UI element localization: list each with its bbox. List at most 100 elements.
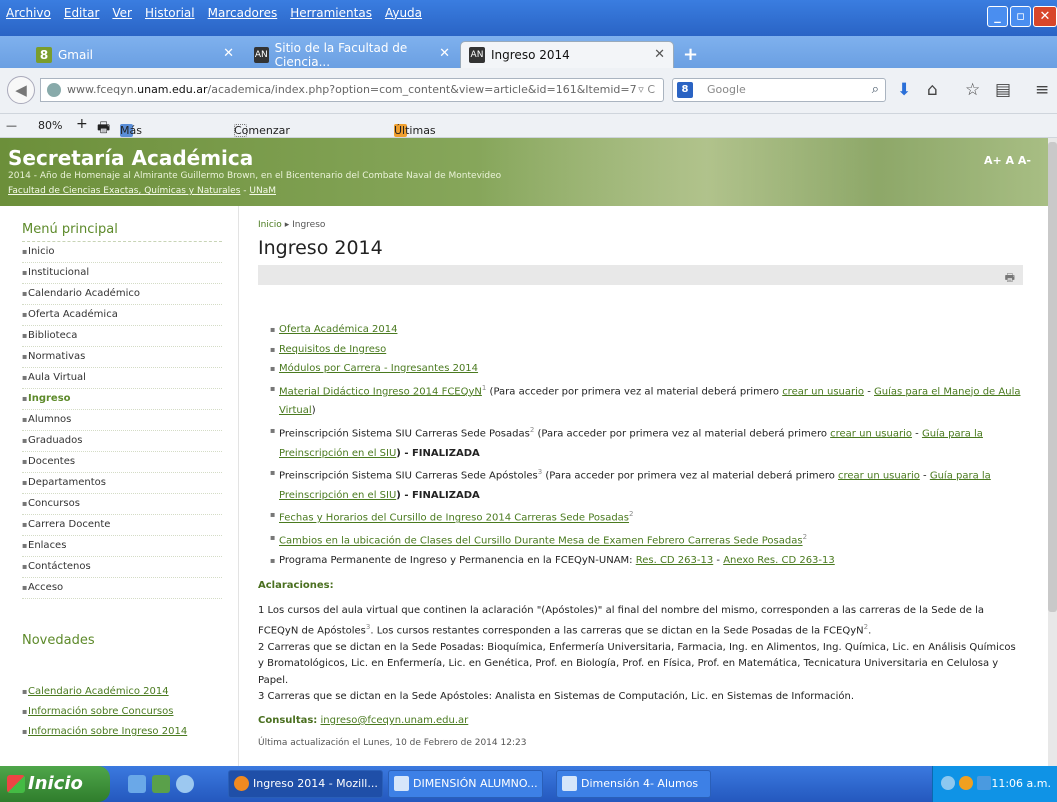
back-button[interactable]: ◀ — [7, 76, 35, 104]
menu-marcadores[interactable]: Marcadores — [208, 6, 278, 20]
note-text: . Los cursos restantes corresponden a la… — [370, 625, 864, 637]
finalizada-label: ) - FINALIZADA — [396, 489, 480, 501]
item-text: (Para acceder por primera vez al materia… — [542, 470, 839, 482]
tab-gmail[interactable]: 8 Gmail ✕ — [28, 41, 242, 68]
close-window-button[interactable]: ✕ — [1033, 6, 1057, 27]
sidebar-item-contactenos[interactable]: Contáctenos — [22, 557, 222, 578]
tray-arrow-icon[interactable] — [941, 776, 955, 790]
site-subtitle: 2014 - Año de Homenaje al Almirante Guil… — [8, 171, 502, 181]
font-size-controls[interactable]: A+ A A- — [984, 154, 1031, 167]
network-icon[interactable] — [977, 776, 991, 790]
hamburger-menu-icon[interactable]: ≡ — [1035, 80, 1049, 100]
news-item: Calendario Académico 2014 — [22, 682, 222, 702]
reload-icon[interactable]: ▿ C — [638, 79, 655, 101]
unam-link[interactable]: UNaM — [249, 186, 276, 196]
close-tab-icon[interactable]: ✕ — [439, 46, 450, 61]
search-bar[interactable]: 8 Google ⌕ — [672, 78, 886, 102]
sidebar-item-inicio[interactable]: Inicio — [22, 242, 222, 263]
finalizada-label: ) - FINALIZADA — [396, 447, 480, 459]
menu-ver[interactable]: Ver — [112, 6, 132, 20]
sidebar-item-biblioteca[interactable]: Biblioteca — [22, 326, 222, 347]
fechas-link[interactable]: Fechas y Horarios del Cursillo de Ingres… — [279, 513, 629, 524]
sidebar-item-ingreso[interactable]: Ingreso — [22, 389, 222, 410]
download-icon[interactable]: ⬇ — [897, 80, 911, 100]
start-button[interactable]: Inicio — [0, 766, 110, 802]
oferta-link[interactable]: Oferta Académica 2014 — [279, 324, 397, 335]
sidebar-item-acceso[interactable]: Acceso — [22, 578, 222, 599]
sidebar-item-aula-virtual[interactable]: Aula Virtual — [22, 368, 222, 389]
print-icon[interactable]: 🖶 — [1005, 269, 1015, 288]
sidebar-item-enlaces[interactable]: Enlaces — [22, 536, 222, 557]
sidebar-item-graduados[interactable]: Graduados — [22, 431, 222, 452]
news-item: Información sobre Concursos — [22, 702, 222, 722]
show-desktop-icon[interactable] — [128, 775, 146, 793]
taskbar-word-2[interactable]: Dimensión 4- Alumos ... — [556, 770, 711, 798]
taskbar-word-1[interactable]: DIMENSIÓN ALUMNO... — [388, 770, 543, 798]
menu-editar[interactable]: Editar — [64, 6, 100, 20]
sidebar-item-institucional[interactable]: Institucional — [22, 263, 222, 284]
note-2: 2 Carreras que se dictan en la Sede Posa… — [258, 641, 1016, 686]
close-tab-icon[interactable]: ✕ — [223, 46, 234, 61]
dash: - — [919, 470, 930, 482]
scrollbar-thumb[interactable] — [1048, 142, 1057, 612]
bookmarks-bar: — 80% + 🖶 Más visitados Comenzar a usar … — [0, 114, 1057, 163]
taskbar-firefox[interactable]: Ingreso 2014 - Mozill... — [228, 770, 383, 798]
internet-explorer-icon[interactable] — [176, 775, 194, 793]
taskbar-label: Ingreso 2014 - Mozill... — [253, 777, 378, 790]
zoom-out-icon[interactable]: — — [6, 119, 17, 132]
tray-app-icon[interactable] — [959, 776, 973, 790]
material-link[interactable]: Material Didáctico Ingreso 2014 FCEQyN — [279, 386, 482, 397]
new-tab-icon[interactable]: + — [683, 44, 698, 65]
sidebar-item-calendario-academico[interactable]: Calendario Académico — [22, 284, 222, 305]
cambios-link[interactable]: Cambios en la ubicación de Clases del Cu… — [279, 536, 803, 547]
consultas-email-link[interactable]: ingreso@fceqyn.unam.edu.ar — [321, 715, 469, 726]
crear-usuario-link[interactable]: crear un usuario — [830, 428, 912, 439]
home-icon[interactable]: ⌂ — [927, 80, 938, 100]
sidebar-item-alumnos[interactable]: Alumnos — [22, 410, 222, 431]
tab-sitio-facultad[interactable]: AN Sitio de la Facultad de Ciencia... ✕ — [246, 41, 458, 69]
menu-archivo[interactable]: Archivo — [6, 6, 51, 20]
menu-bar: Archivo Editar Ver Historial Marcadores … — [0, 0, 1057, 36]
site-links: Facultad de Ciencias Exactas, Químicas y… — [8, 186, 276, 196]
menu-ayuda[interactable]: Ayuda — [385, 6, 422, 20]
sidebar-item-departamentos[interactable]: Departamentos — [22, 473, 222, 494]
news-link[interactable]: Información sobre Ingreso 2014 — [28, 726, 187, 737]
url-bar[interactable]: www.fceqyn.unam.edu.ar/academica/index.p… — [40, 78, 664, 102]
faculty-link[interactable]: Facultad de Ciencias Exactas, Químicas y… — [8, 186, 240, 196]
word-icon — [562, 776, 577, 791]
sidebar-item-normativas[interactable]: Normativas — [22, 347, 222, 368]
modulos-link[interactable]: Módulos por Carrera - Ingresantes 2014 — [279, 363, 478, 374]
crear-usuario-link[interactable]: crear un usuario — [838, 470, 920, 481]
zoom-level[interactable]: 80% — [38, 119, 62, 132]
close-tab-icon[interactable]: ✕ — [654, 47, 665, 62]
minimize-button[interactable]: _ — [987, 6, 1008, 27]
menu-herramientas[interactable]: Herramientas — [290, 6, 372, 20]
sidebar-item-docentes[interactable]: Docentes — [22, 452, 222, 473]
res-cd-link[interactable]: Res. CD 263-13 — [636, 555, 714, 566]
news-link[interactable]: Calendario Académico 2014 — [28, 686, 169, 697]
sidebar-item-concursos[interactable]: Concursos — [22, 494, 222, 515]
link-list: Oferta Académica 2014 Requisitos de Ingr… — [258, 320, 1023, 571]
requisitos-link[interactable]: Requisitos de Ingreso — [279, 344, 386, 355]
search-icon[interactable]: ⌕ — [872, 79, 879, 101]
main-menu-title: Menú principal — [22, 222, 222, 242]
anexo-link[interactable]: Anexo Res. CD 263-13 — [723, 555, 835, 566]
navigation-bar: ◀ www.fceqyn.unam.edu.ar/academica/index… — [0, 68, 1057, 114]
sidebar-item-oferta-academica[interactable]: Oferta Académica — [22, 305, 222, 326]
sidebar-item-carrera-docente[interactable]: Carrera Docente — [22, 515, 222, 536]
quicklaunch-icon[interactable] — [152, 775, 170, 793]
news-link[interactable]: Información sobre Concursos — [28, 706, 173, 717]
list-item: Programa Permanente de Ingreso y Permane… — [270, 551, 1023, 571]
menu-historial[interactable]: Historial — [145, 6, 195, 20]
maximize-button[interactable]: ▫ — [1010, 6, 1031, 27]
dash: - — [864, 385, 874, 397]
bookmarks-menu-icon[interactable]: ▤ — [995, 80, 1011, 100]
site-title: Secretaría Académica — [8, 146, 254, 170]
zoom-in-icon[interactable]: + — [76, 116, 88, 132]
crear-usuario-link[interactable]: crear un usuario — [782, 386, 864, 397]
breadcrumb-home[interactable]: Inicio — [258, 220, 282, 230]
bookmark-star-icon[interactable]: ☆ — [965, 80, 980, 100]
tab-ingreso-2014[interactable]: AN Ingreso 2014 ✕ — [460, 41, 674, 68]
unam-favicon-icon: AN — [254, 46, 269, 63]
dash: - — [713, 555, 724, 567]
